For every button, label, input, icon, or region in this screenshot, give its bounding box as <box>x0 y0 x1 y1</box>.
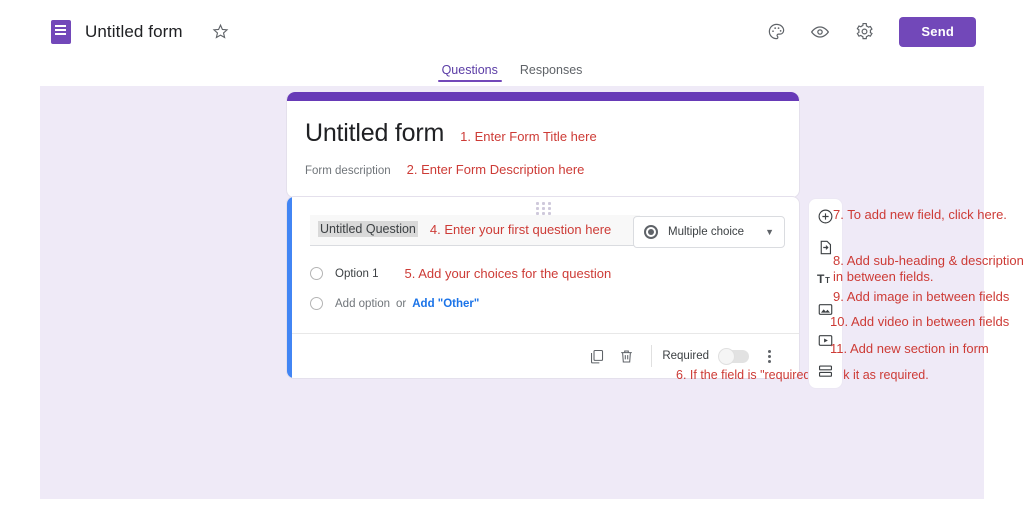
eye-icon[interactable] <box>803 15 837 49</box>
chevron-down-icon: ▼ <box>765 226 774 237</box>
form-tabs: Questions Responses <box>0 63 1024 86</box>
form-title-input[interactable]: Untitled form <box>305 119 444 148</box>
option-row-1[interactable]: Option 1 5. Add your choices for the que… <box>292 266 799 281</box>
required-toggle[interactable] <box>718 347 749 365</box>
question-title-row: Untitled Question 4. Enter your first qu… <box>292 215 799 248</box>
add-option-button[interactable]: Add option <box>335 298 390 310</box>
star-outline-icon[interactable] <box>211 22 231 42</box>
question-type-value: Multiple choice <box>668 226 745 238</box>
trash-icon[interactable] <box>611 341 641 371</box>
annotation-10: 10. Add video in between fields <box>830 314 1010 329</box>
question-type-column: Multiple choice ▼ <box>633 216 785 248</box>
form-header-card[interactable]: Untitled form 1. Enter Form Title here F… <box>286 92 800 198</box>
annotation-1: 1. Enter Form Title here <box>460 129 597 144</box>
kebab-menu-icon[interactable] <box>755 342 783 370</box>
form-title-row: Untitled form 1. Enter Form Title here <box>305 119 777 148</box>
form-description-input[interactable]: Form description <box>305 165 391 177</box>
annotation-6: 6. If the field is "required", mark it a… <box>676 368 929 382</box>
question-card[interactable]: Untitled Question 4. Enter your first qu… <box>286 196 800 379</box>
footer-divider <box>651 345 653 367</box>
gear-icon[interactable] <box>847 15 881 49</box>
form-title-field[interactable]: Untitled form <box>85 22 183 42</box>
duplicate-icon[interactable] <box>581 341 611 371</box>
form-header-body: Untitled form 1. Enter Form Title here F… <box>287 101 799 197</box>
question-body: Untitled Question 4. Enter your first qu… <box>292 215 799 310</box>
required-label: Required <box>662 350 709 362</box>
question-type-dropdown[interactable]: Multiple choice ▼ <box>633 216 785 248</box>
form-accent-bar <box>287 92 799 101</box>
google-forms-logo-icon <box>51 19 71 44</box>
question-title-value: Untitled Question <box>318 221 418 237</box>
brand-area: Untitled form <box>51 19 231 44</box>
svg-text:T: T <box>825 275 830 284</box>
svg-text:T: T <box>817 271 825 285</box>
radio-empty-icon <box>310 267 323 280</box>
or-label: or <box>396 297 407 310</box>
annotation-2: 2. Enter Form Description here <box>406 162 585 177</box>
send-button[interactable]: Send <box>899 16 976 47</box>
add-other-button[interactable]: Add "Other" <box>412 298 479 310</box>
annotation-7: 7. To add new field, click here. <box>833 207 1007 222</box>
palette-icon[interactable] <box>759 15 793 49</box>
annotation-4: 4. Enter your first question here <box>429 221 612 237</box>
radio-empty-icon-add <box>310 297 323 310</box>
drag-handle-icon[interactable] <box>287 202 799 215</box>
option-label-1[interactable]: Option 1 <box>335 268 378 280</box>
header-actions: Send <box>759 0 976 63</box>
tab-responses[interactable]: Responses <box>520 63 583 82</box>
app-header: Untitled form Send <box>0 0 1024 63</box>
add-option-row[interactable]: Add option or Add "Other" <box>292 297 799 310</box>
annotation-8: 8. Add sub-heading & description in betw… <box>833 253 1024 284</box>
question-title-left: Untitled Question 4. Enter your first qu… <box>310 215 640 246</box>
radio-filled-icon <box>644 225 658 239</box>
annotation-9: 9. Add image in between fields <box>833 289 1010 304</box>
tab-questions[interactable]: Questions <box>437 63 503 82</box>
form-description-row: Form description 2. Enter Form Descripti… <box>305 162 777 177</box>
add-section-icon[interactable] <box>815 360 837 382</box>
annotation-11: 11. Add new section in form <box>830 341 989 356</box>
question-title-input[interactable]: Untitled Question 4. Enter your first qu… <box>310 215 640 246</box>
annotation-5: 5. Add your choices for the question <box>404 266 612 281</box>
